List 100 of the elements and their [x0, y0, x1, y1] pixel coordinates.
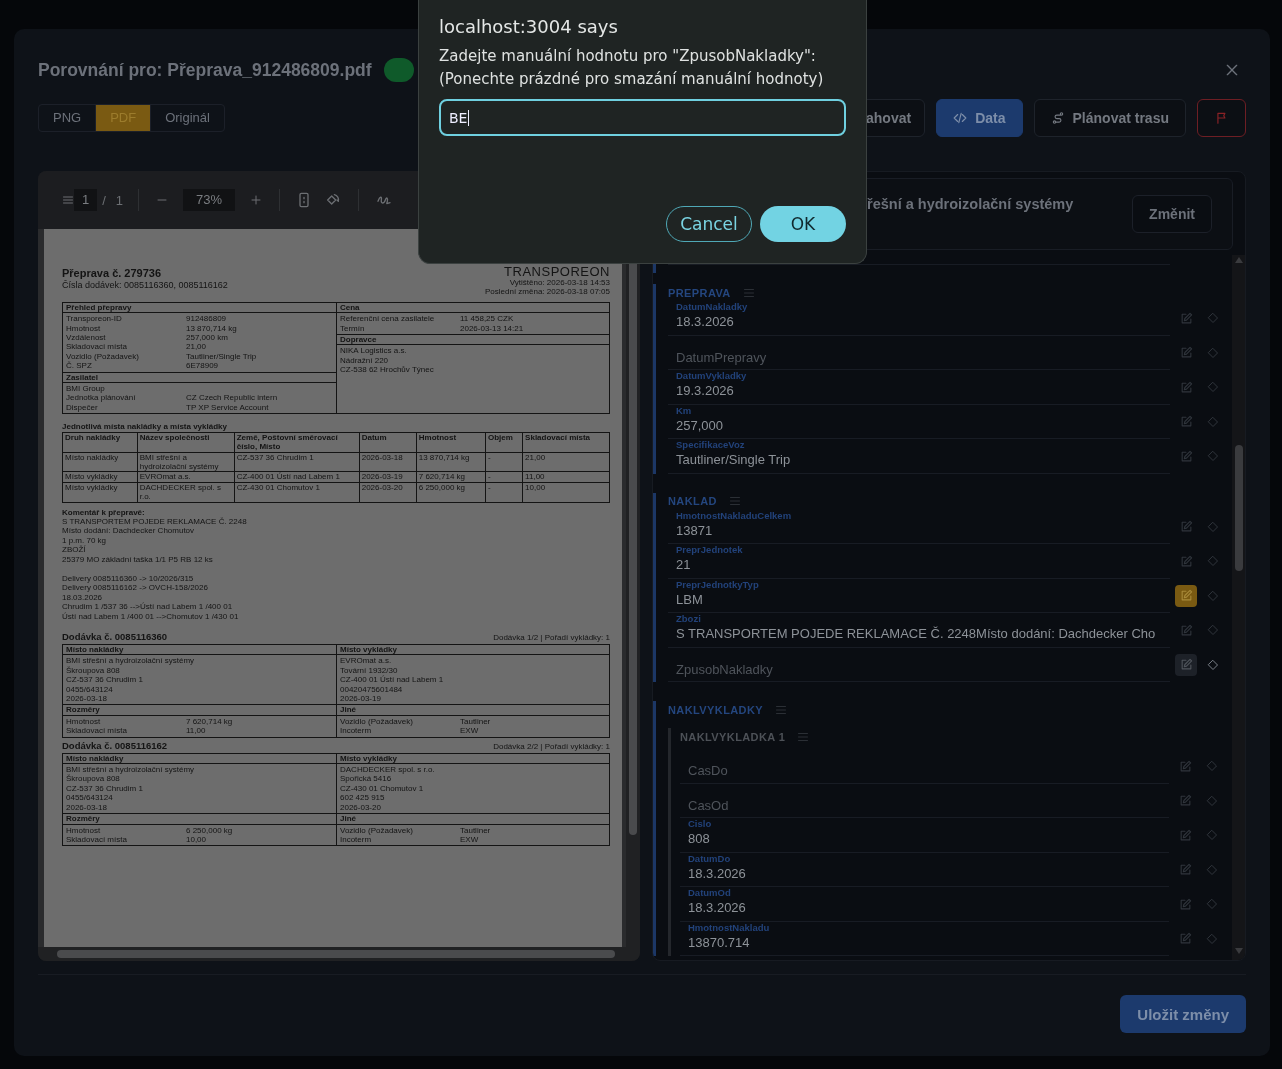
value-input[interactable]: BE	[439, 99, 846, 136]
plan-route-button[interactable]: Plánovat trasu	[1033, 99, 1186, 137]
page-count: 1	[115, 192, 124, 208]
document-text: Spořická 5416	[339, 774, 393, 784]
change-button[interactable]: Změnit	[1132, 195, 1212, 233]
document-text: 18.03.2026	[62, 592, 104, 603]
field-row[interactable]: HmotnostNakladu 13870.714	[680, 921, 1169, 956]
field-placeholder: ZpusobNakladky	[676, 660, 773, 679]
field-label: DatumOd	[688, 887, 731, 898]
document-text: Čísla dodávek: 0085116360, 0085116162	[62, 280, 228, 291]
document-text: Delivery 0085116162 -> OVCH-158/2026	[62, 583, 209, 593]
document-text: Hmotnost	[66, 825, 102, 835]
section-heading: NAKLAD	[668, 495, 717, 507]
field-row[interactable]: HmotnostNakladuCelkem 13871	[668, 509, 1170, 544]
dialog-title: localhost:3004 says	[439, 15, 619, 39]
document-text: 1 p.m. 70 kg	[62, 535, 108, 546]
document-heading: Jiné	[337, 704, 609, 716]
document-text: CZ-538 62 Hrochův Týnec	[340, 365, 435, 375]
document-title: Přeprava č. 279736	[62, 267, 163, 280]
field-label: SpecifikaceVoz	[676, 439, 745, 450]
field-value: S TRANSPORTEM POJEDE REKLAMACE Č. 2248Místo dodání: Dachdecker Cho	[676, 625, 1156, 643]
field-row[interactable]: SpecifikaceVoz Tautliner/Single Trip	[668, 439, 1170, 474]
document-heading: Jednotlivá místa nakládky a místa vykládky	[62, 422, 228, 432]
section-heading: NAKLVYKLADKA 1	[680, 730, 786, 743]
document-text: Hmotnost	[66, 323, 102, 334]
document-text: BMI Group	[66, 384, 106, 394]
document-text: TP XP Service Account	[186, 402, 270, 413]
field-row[interactable]: PreprJednotek 21	[668, 544, 1170, 579]
document-text: Chrudim 1 /537 36 -->Ústí nad Labem 1 /400 01	[62, 602, 234, 612]
field-placeholder: DatumPrepravy	[676, 348, 767, 367]
field-label: Zbozi	[676, 613, 701, 624]
document-heading: Místo nakládky	[63, 753, 336, 765]
field-row[interactable]: Zbozi S TRANSPORTEM POJEDE REKLAMACE Č. 2248Místo dodání: Dachdecker Cho	[668, 613, 1170, 648]
field-placeholder: CasDo	[688, 762, 728, 780]
table-cell: 2026-03-19	[359, 471, 417, 483]
ok-button[interactable]: OK	[760, 206, 846, 242]
table-cell: CZ-537 36 Chrudim 1	[234, 452, 360, 472]
field-row[interactable]: DatumVykladky 19.3.2026	[668, 370, 1170, 405]
document-text: Delivery 0085116360 -> 10/2026/315	[62, 573, 195, 584]
document-text: Ústí nad Labem 1 /400 01 -->Chomutov 1 /430 01	[62, 611, 240, 621]
document-text: 2026-03-18	[65, 802, 108, 813]
document-text: BMI střešní a hydroizolační systémy	[65, 656, 196, 666]
table-header: Název společnosti	[137, 432, 235, 452]
document-heading: Rozměry	[63, 813, 336, 825]
table-header: Hmotnost	[416, 432, 486, 452]
table-cell: CZ-430 01 Chomutov 1	[234, 482, 360, 503]
document-text: Škroupova 808	[65, 774, 121, 784]
document-text: 6 250,000 kg	[186, 825, 234, 835]
document-text: Jednotka plánování	[66, 393, 137, 403]
field-value: 808	[688, 830, 710, 848]
page-separator: /	[102, 192, 106, 208]
table-cell: DACHDECKER spol. s r.o.	[137, 482, 235, 503]
document-text: EXW	[460, 834, 480, 845]
view-tab[interactable]: PNG	[39, 105, 96, 131]
document-text: Hmotnost	[66, 716, 102, 727]
field-label: HmotnostNakladuCelkem	[676, 509, 792, 521]
document-text: Dodávka 1/2 | Pořadí vykládky: 1	[493, 633, 610, 643]
save-button[interactable]: Uložit změny	[1120, 995, 1246, 1033]
table-cell: 2026-03-20	[359, 482, 417, 503]
document-heading: Dodávka č. 0085116162	[62, 739, 168, 752]
document-text: CZ-430 01 Chomutov 1	[339, 783, 425, 794]
field-value: 13871	[676, 521, 713, 540]
page-number-field[interactable]: 1	[74, 189, 98, 211]
section-heading: PREPRAVA	[668, 286, 731, 299]
document-text: Vozidlo (Požadavek)	[340, 825, 414, 835]
table-cell: BMI střešní a hydroizolační systémy	[137, 452, 235, 472]
table-cell: -	[485, 452, 523, 472]
zoom-field[interactable]: 73%	[183, 189, 236, 211]
field-row[interactable]: Cislo 808	[680, 818, 1169, 853]
document-text: 912486809	[186, 314, 228, 324]
document-text: Skladovací místa	[66, 726, 128, 736]
document-text: ZBOŽÍ	[62, 545, 87, 555]
field-row[interactable]: DatumDo 18.3.2026	[680, 852, 1169, 887]
document-text: Poslední změna: 2026-03-18 07:05	[485, 287, 610, 297]
field-row[interactable]: PreprJednotkyTyp LBM	[668, 578, 1170, 613]
field-value: 13870.714	[688, 933, 750, 952]
field-row[interactable]: DatumNakladky 18.3.2026	[668, 301, 1170, 336]
field-row[interactable]: DatumOd 18.3.2026	[680, 887, 1169, 922]
view-tab[interactable]: Originál	[150, 105, 224, 131]
table-header: Druh nakládky	[62, 432, 138, 452]
field-row[interactable]: Km 257,000	[668, 404, 1170, 439]
document-text: Místo dodání: Dachdecker Chomutov	[62, 526, 196, 536]
table-cell: 6 250,000 kg	[416, 482, 486, 503]
document-text: Dodávka 2/2 | Pořadí vykládky: 1	[493, 741, 610, 752]
document-text: NIKA Logistics a.s.	[340, 346, 408, 356]
document-heading: Místo nakládky	[63, 645, 336, 656]
document-text: Skladovací místa	[66, 834, 128, 845]
document-text: 11 458,25 CZK	[460, 314, 515, 324]
table-cell: Místo vykládky	[62, 482, 138, 503]
document-text: Tautliner	[460, 825, 492, 835]
document-text: 25379 MO základní taška 1/1 P5 RB 12 ks	[62, 554, 214, 564]
document-text: Referenční cena zasilatele	[340, 314, 436, 324]
record-title: řešní a hydroizolační systémy	[867, 196, 1075, 212]
document-text: 0455/643124	[65, 684, 114, 695]
document-text: Nádražní 220	[340, 355, 390, 366]
data-button[interactable]: Data	[936, 99, 1023, 137]
section-heading: NAKLVYKLADKY	[668, 703, 764, 716]
document-heading: Zasilatel	[63, 371, 336, 384]
document-text: EVROmat a.s.	[339, 656, 393, 666]
document-heading: Rozměry	[63, 704, 336, 716]
